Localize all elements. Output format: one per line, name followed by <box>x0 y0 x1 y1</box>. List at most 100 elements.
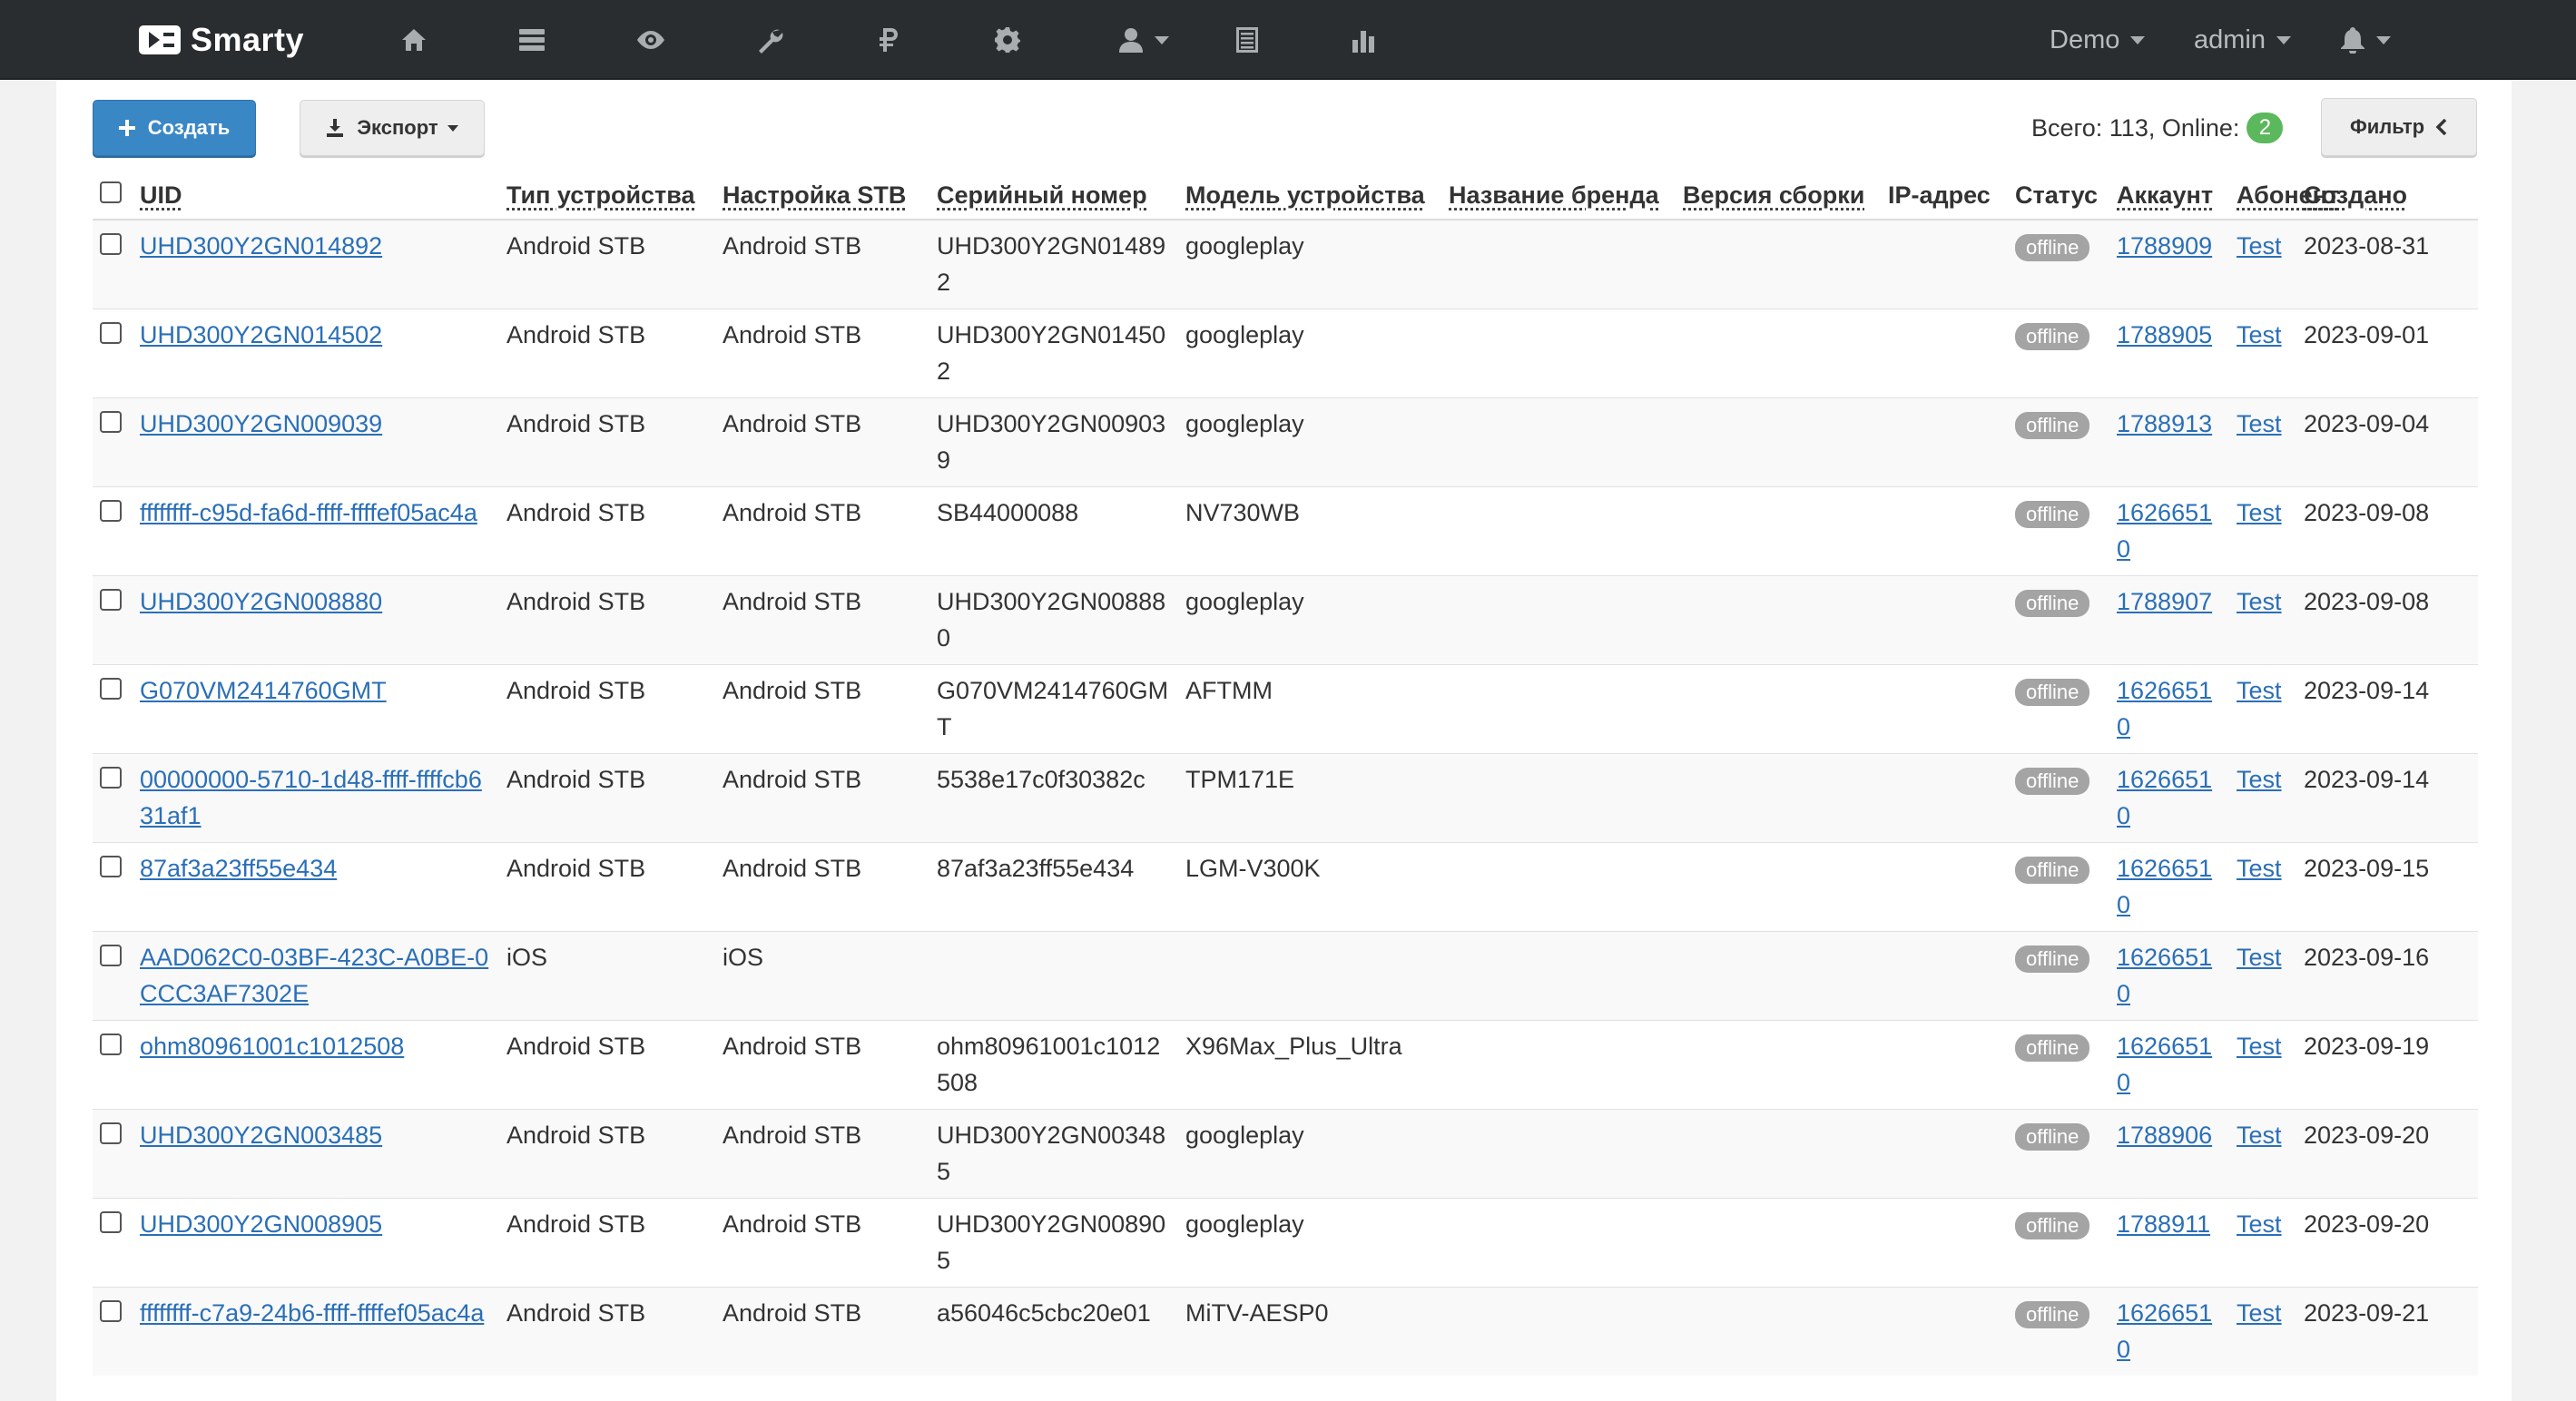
row-checkbox[interactable] <box>100 766 122 789</box>
filter-button[interactable]: Фильтр <box>2321 98 2477 156</box>
created-cell: 2023-09-21 <box>2296 1286 2478 1376</box>
column-header-account[interactable]: Аккаунт <box>2109 174 2229 220</box>
column-header-device-type[interactable]: Тип устройства <box>499 174 715 220</box>
account-link[interactable]: 16266510 <box>2117 1033 2212 1096</box>
uid-cell: UHD300Y2GN008905 <box>133 1197 499 1287</box>
build-cell <box>1676 1197 1881 1287</box>
subscriber-link[interactable]: Test <box>2237 232 2282 260</box>
uid-link[interactable]: UHD300Y2GN014502 <box>140 321 382 348</box>
table-row: 00000000-5710-1d48-ffff-ffffcb631af1 Andr… <box>93 752 2478 842</box>
server-icon[interactable] <box>503 18 561 62</box>
notifications-menu[interactable] <box>2340 20 2391 60</box>
subscriber-link[interactable]: Test <box>2237 321 2282 348</box>
account-link[interactable]: 1788909 <box>2117 232 2212 260</box>
status-cell: offline <box>2008 397 2109 486</box>
account-link[interactable]: 16266510 <box>2117 855 2212 918</box>
ip-cell <box>1881 1197 2008 1287</box>
account-link[interactable]: 1788907 <box>2117 588 2212 615</box>
column-header-stb-setting[interactable]: Настройка STB <box>715 174 929 220</box>
uid-link[interactable]: UHD300Y2GN003485 <box>140 1122 382 1149</box>
subscriber-link[interactable]: Test <box>2237 1033 2282 1060</box>
list-icon[interactable] <box>1218 18 1276 62</box>
table-row: UHD300Y2GN008880 Android STB Android STB UH… <box>93 574 2478 664</box>
column-header-model[interactable]: Модель устройства <box>1178 174 1441 220</box>
model-cell: TPM171E <box>1178 752 1441 842</box>
home-icon[interactable] <box>385 18 443 62</box>
build-cell <box>1676 219 1881 309</box>
uid-link[interactable]: UHD300Y2GN014892 <box>140 232 382 260</box>
uid-link[interactable]: UHD300Y2GN009039 <box>140 410 382 437</box>
account-link[interactable]: 1788906 <box>2117 1122 2212 1149</box>
status-cell: offline <box>2008 574 2109 664</box>
uid-link[interactable]: UHD300Y2GN008880 <box>140 588 382 615</box>
account-link[interactable]: 16266510 <box>2117 1299 2212 1363</box>
uid-link[interactable]: G070VM2414760GMT <box>140 677 387 704</box>
subscriber-link[interactable]: Test <box>2237 855 2282 882</box>
select-all-checkbox[interactable] <box>100 181 122 203</box>
row-select-cell <box>93 752 133 842</box>
model-cell: NV730WB <box>1178 485 1441 575</box>
column-header-build[interactable]: Версия сборки <box>1676 174 1881 220</box>
row-checkbox[interactable] <box>100 677 122 700</box>
device-type-cell: Android STB <box>499 1197 715 1287</box>
device-type-cell: Android STB <box>499 1286 715 1376</box>
row-checkbox[interactable] <box>100 410 122 433</box>
row-checkbox[interactable] <box>100 1299 122 1322</box>
user-menu-icon[interactable] <box>1098 18 1189 62</box>
gear-icon[interactable] <box>978 18 1037 62</box>
admin-menu[interactable]: admin <box>2194 20 2291 60</box>
account-link[interactable]: 1788913 <box>2117 410 2212 437</box>
column-header-brand[interactable]: Название бренда <box>1441 174 1676 220</box>
eye-icon[interactable] <box>622 18 680 62</box>
row-checkbox[interactable] <box>100 1033 122 1055</box>
row-checkbox[interactable] <box>100 588 122 611</box>
account-link[interactable]: 16266510 <box>2117 677 2212 740</box>
ruble-icon[interactable] <box>860 18 918 62</box>
account-link[interactable]: 1788905 <box>2117 321 2212 348</box>
subscriber-link[interactable]: Test <box>2237 944 2282 971</box>
column-header-serial[interactable]: Серийный номер <box>929 174 1178 220</box>
uid-link[interactable]: UHD300Y2GN008905 <box>140 1210 382 1238</box>
row-checkbox[interactable] <box>100 499 122 522</box>
uid-link[interactable]: AAD062C0-03BF-423C-A0BE-0CCC3AF7302E <box>140 944 488 1007</box>
wrench-icon[interactable] <box>741 18 799 62</box>
column-header-uid[interactable]: UID <box>133 174 499 220</box>
subscriber-link[interactable]: Test <box>2237 1210 2282 1238</box>
brand-logo[interactable]: Smarty <box>138 18 304 62</box>
row-checkbox[interactable] <box>100 1210 122 1233</box>
demo-menu[interactable]: Demo <box>2050 20 2146 60</box>
column-header-subscriber[interactable]: Абонент <box>2229 174 2339 220</box>
subscriber-link[interactable]: Test <box>2237 1122 2282 1149</box>
export-button[interactable]: Экспорт <box>300 100 485 156</box>
create-button[interactable]: Создать <box>93 100 256 156</box>
row-checkbox[interactable] <box>100 1122 122 1144</box>
account-cell: 16266510 <box>2109 1286 2229 1376</box>
row-checkbox[interactable] <box>100 321 122 344</box>
subscriber-link[interactable]: Test <box>2237 410 2282 437</box>
row-checkbox[interactable] <box>100 855 122 877</box>
subscriber-link[interactable]: Test <box>2237 499 2282 526</box>
row-checkbox[interactable] <box>100 233 122 255</box>
subscriber-link[interactable]: Test <box>2237 677 2282 704</box>
model-cell: googleplay <box>1178 308 1441 397</box>
account-link[interactable]: 16266510 <box>2117 499 2212 563</box>
device-type-cell: Android STB <box>499 219 715 309</box>
uid-link[interactable]: 00000000-5710-1d48-ffff-ffffcb631af1 <box>140 766 482 829</box>
status-badge: offline <box>2015 1122 2090 1151</box>
created-cell: 2023-09-19 <box>2296 1019 2478 1109</box>
subscriber-link[interactable]: Test <box>2237 1299 2282 1327</box>
uid-link[interactable]: 87af3a23ff55e434 <box>140 855 337 882</box>
serial-cell: UHD300Y2GN008905 <box>929 1197 1178 1287</box>
uid-link[interactable]: ohm80961001c1012508 <box>140 1033 404 1060</box>
subscriber-link[interactable]: Test <box>2237 588 2282 615</box>
row-checkbox[interactable] <box>100 944 122 966</box>
account-link[interactable]: 16266510 <box>2117 944 2212 1007</box>
uid-link[interactable]: ffffffff-c7a9-24b6-ffff-ffffef05ac4a <box>140 1299 484 1327</box>
uid-link[interactable]: ffffffff-c95d-fa6d-ffff-ffffef05ac4a <box>140 499 477 526</box>
bar-chart-icon[interactable] <box>1334 18 1392 62</box>
account-link[interactable]: 1788911 <box>2117 1210 2210 1238</box>
created-cell: 2023-09-08 <box>2296 574 2478 664</box>
account-link[interactable]: 16266510 <box>2117 766 2212 829</box>
subscriber-link[interactable]: Test <box>2237 766 2282 793</box>
column-header-created[interactable]: Создано <box>2296 174 2478 220</box>
